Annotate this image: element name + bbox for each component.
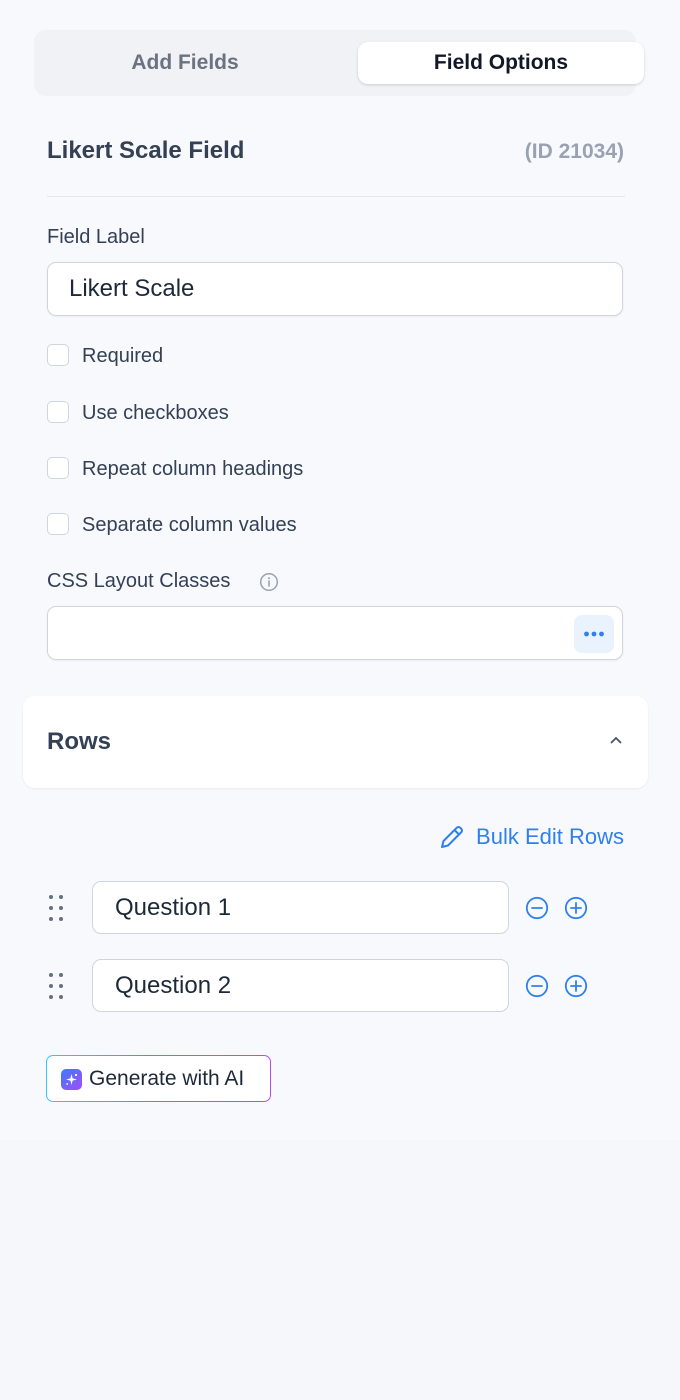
field-id: (ID 21034) [524, 140, 624, 163]
rows-section-title: Rows [47, 728, 112, 755]
generate-with-ai-button[interactable]: Generate with AI [46, 1055, 271, 1102]
generate-with-ai-label: Generate with AI [89, 1067, 245, 1090]
repeat-column-headings-label: Repeat column headings [82, 458, 304, 480]
pencil-icon [441, 826, 464, 848]
css-classes-input[interactable] [47, 606, 623, 660]
remove-row-icon[interactable] [525, 974, 549, 998]
bulk-edit-rows-label: Bulk Edit Rows [476, 824, 624, 849]
use-checkboxes-label: Use checkboxes [82, 402, 229, 424]
drag-handle-icon[interactable] [47, 894, 65, 922]
bulk-edit-rows-link[interactable]: Bulk Edit Rows [441, 822, 624, 852]
separate-column-values-label: Separate column values [82, 514, 297, 536]
row-item: Question 1 [47, 881, 607, 935]
ellipsis-icon [584, 631, 604, 637]
add-row-icon[interactable] [564, 896, 588, 920]
chevron-up-icon[interactable] [608, 732, 624, 748]
sparkle-icon [61, 1069, 82, 1090]
tab-add-fields[interactable]: Add Fields [34, 42, 336, 84]
field-label-heading: Field Label [47, 226, 145, 248]
row-item: Question 2 [47, 959, 607, 1013]
required-checkbox[interactable] [47, 344, 69, 366]
add-row-icon[interactable] [564, 974, 588, 998]
required-label: Required [82, 345, 164, 367]
remove-row-icon[interactable] [525, 896, 549, 920]
rows-section-header[interactable]: Rows [23, 696, 648, 788]
row-value: Question 2 [115, 972, 232, 999]
row-input[interactable]: Question 2 [92, 959, 509, 1012]
field-label-input[interactable]: Likert Scale [47, 262, 623, 316]
repeat-column-headings-checkbox[interactable] [47, 457, 69, 479]
row-input[interactable]: Question 1 [92, 881, 509, 934]
drag-handle-icon[interactable] [47, 972, 65, 1000]
header-divider [47, 196, 625, 197]
row-value: Question 1 [115, 894, 232, 921]
more-options-button[interactable] [574, 615, 614, 653]
info-icon[interactable] [259, 572, 279, 592]
field-options-panel: Add Fields Field Options Likert Scale Fi… [0, 0, 680, 1140]
css-classes-heading: CSS Layout Classes [47, 570, 231, 592]
generate-with-ai-surface: Generate with AI [47, 1056, 270, 1101]
field-title: Likert Scale Field [47, 137, 245, 164]
sidebar-tabs: Add Fields Field Options [34, 30, 644, 96]
field-label-value: Likert Scale [69, 275, 195, 302]
use-checkboxes-checkbox[interactable] [47, 401, 69, 423]
tab-field-options[interactable]: Field Options [358, 42, 644, 84]
separate-column-values-checkbox[interactable] [47, 513, 69, 535]
